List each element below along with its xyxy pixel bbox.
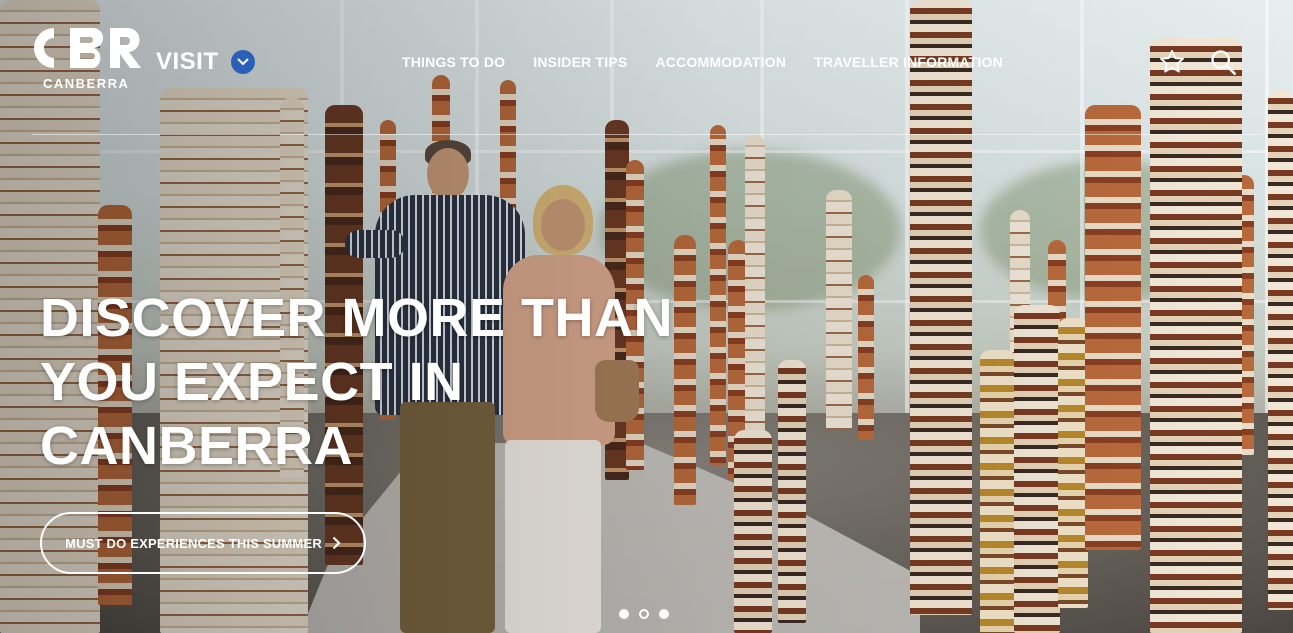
hero-headline-line: CANBERRA — [40, 416, 353, 476]
cta-label: MUST DO EXPERIENCES THIS SUMMER — [65, 535, 322, 551]
carousel-indicators — [619, 609, 669, 619]
nav-accommodation[interactable]: ACCOMMODATION — [655, 54, 786, 70]
hero-banner: CANBERRA VISIT THINGS TO DO INSIDER TIPS… — [0, 0, 1293, 633]
hero-headline: DISCOVER MORE THAN YOU EXPECT IN CANBERR… — [40, 286, 700, 478]
nav-traveller-information[interactable]: TRAVELLER INFORMATION — [814, 54, 1003, 70]
visit-menu-label[interactable]: VISIT — [156, 48, 219, 76]
nav-things-to-do[interactable]: THINGS TO DO — [402, 54, 505, 70]
hero-headline-line: DISCOVER MORE THAN — [40, 288, 674, 348]
site-header: CANBERRA VISIT THINGS TO DO INSIDER TIPS… — [0, 0, 1293, 135]
star-icon[interactable] — [1157, 47, 1187, 77]
nav-insider-tips[interactable]: INSIDER TIPS — [533, 54, 627, 70]
header-divider — [32, 134, 1262, 135]
cta-button[interactable]: MUST DO EXPERIENCES THIS SUMMER — [40, 512, 366, 574]
carousel-dot[interactable] — [619, 609, 629, 619]
chevron-right-icon — [332, 536, 341, 550]
search-icon[interactable] — [1208, 47, 1238, 77]
chevron-down-icon[interactable] — [231, 50, 255, 74]
hero-headline-line: YOU EXPECT IN — [40, 352, 464, 412]
carousel-dot[interactable] — [659, 609, 669, 619]
logo-subtext: CANBERRA — [43, 76, 130, 91]
main-navigation: THINGS TO DO INSIDER TIPS ACCOMMODATION … — [402, 54, 1003, 70]
carousel-dot[interactable] — [639, 609, 649, 619]
